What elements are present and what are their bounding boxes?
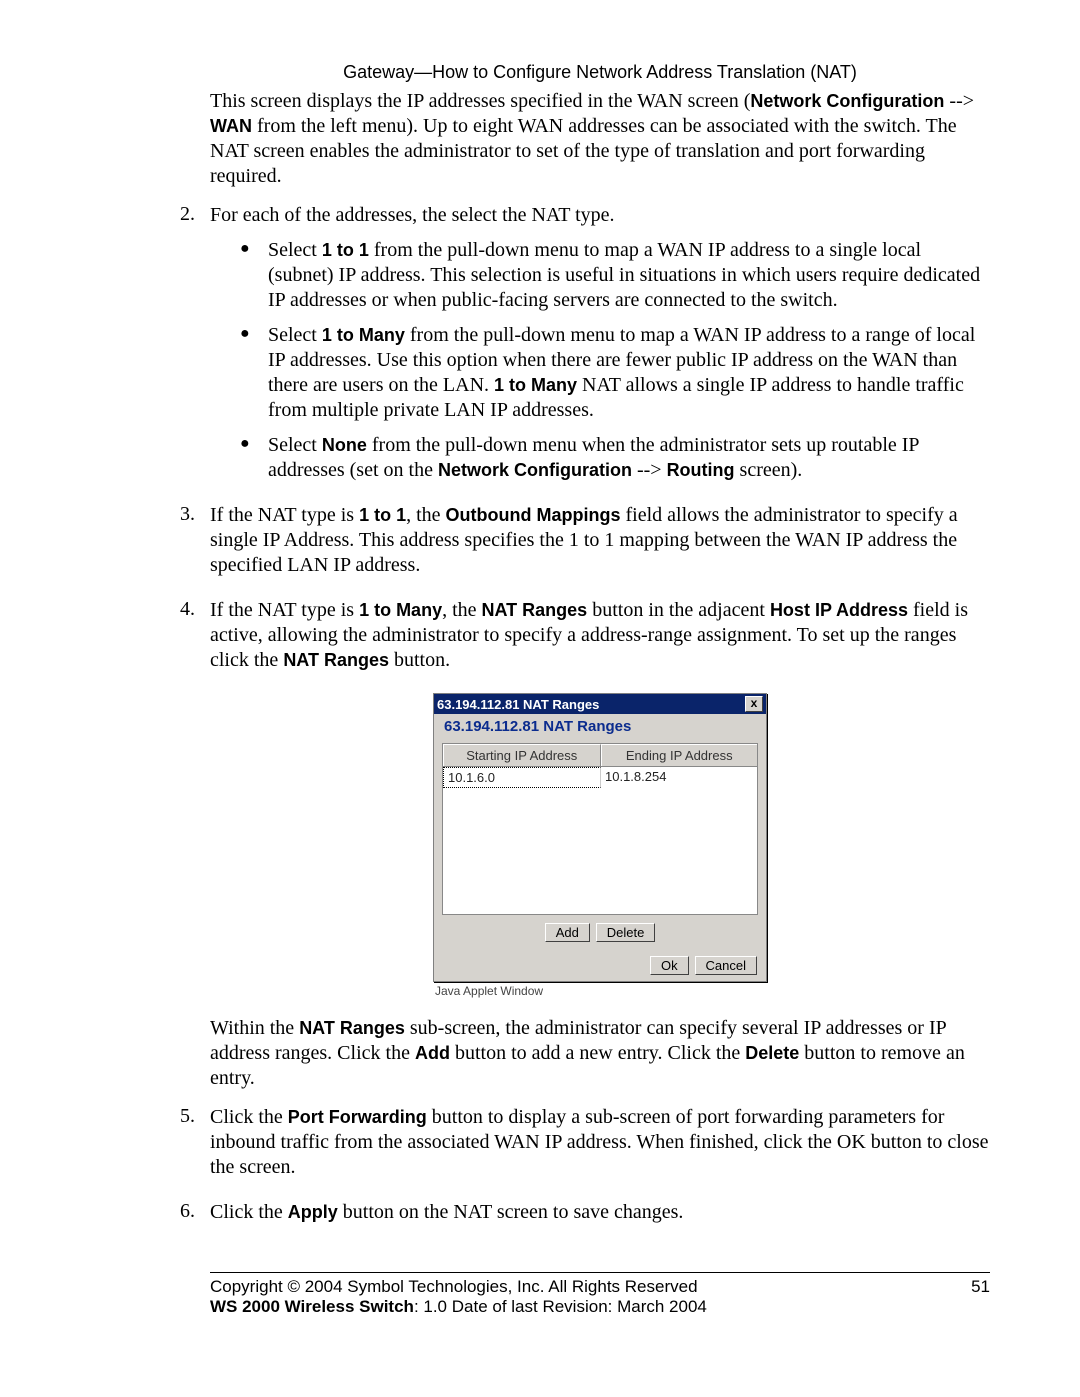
step-content: If the NAT type is 1 to 1, the Outbound … <box>210 503 990 578</box>
step-content: Click the Port Forwarding button to disp… <box>210 1105 990 1180</box>
cancel-button[interactable]: Cancel <box>695 956 757 975</box>
text: For each of the addresses, the select th… <box>210 203 990 228</box>
step-content: Click the Apply button on the NAT screen… <box>210 1200 990 1225</box>
bold-portforwarding: Port Forwarding <box>288 1107 427 1127</box>
bullet-icon: ● <box>240 323 268 423</box>
cell-ending-ip[interactable]: 10.1.8.254 <box>601 767 757 788</box>
bold-natranges: NAT Ranges <box>299 1018 405 1038</box>
bullet-icon: ● <box>240 433 268 483</box>
footer-left: Copyright © 2004 Symbol Technologies, In… <box>210 1277 707 1317</box>
add-delete-row: Add Delete <box>434 915 766 946</box>
bold-none: None <box>322 435 367 455</box>
text: button in the adjacent <box>587 599 770 621</box>
text: button. <box>389 649 450 671</box>
bold-1tomany: 1 to Many <box>322 325 405 345</box>
revision: : 1.0 Date of last Revision: March 2004 <box>414 1297 707 1316</box>
page-number: 51 <box>971 1277 990 1317</box>
text: If the NAT type is <box>210 504 359 526</box>
bullet-item: ● Select 1 to Many from the pull-down me… <box>240 323 990 423</box>
dialog-window: 63.194.112.81 NAT Ranges x 63.194.112.81… <box>433 693 767 982</box>
text: , the <box>442 599 481 621</box>
bullet-item: ● Select 1 to 1 from the pull-down menu … <box>240 238 990 313</box>
text: button to add a new entry. Click the <box>450 1042 745 1064</box>
col-ending-ip: Ending IP Address <box>601 744 758 766</box>
step-number: 4. <box>180 598 210 683</box>
text: --> <box>944 90 974 112</box>
cell-starting-ip[interactable]: 10.1.6.0 <box>443 767 601 788</box>
bullet-item: ● Select None from the pull-down menu wh… <box>240 433 990 483</box>
step-number: 6. <box>180 1200 210 1235</box>
bold-delete: Delete <box>745 1043 799 1063</box>
step-5: 5. Click the Port Forwarding button to d… <box>180 1105 990 1190</box>
bold-apply: Apply <box>288 1202 338 1222</box>
bullet-list: ● Select 1 to 1 from the pull-down menu … <box>240 238 990 483</box>
step-content: If the NAT type is 1 to Many, the NAT Ra… <box>210 598 990 673</box>
step-4: 4. If the NAT type is 1 to Many, the NAT… <box>180 598 990 683</box>
ok-button[interactable]: Ok <box>650 956 689 975</box>
bold-network-configuration: Network Configuration <box>750 91 944 111</box>
bold-1tomany: 1 to Many <box>494 375 577 395</box>
step-number: 5. <box>180 1105 210 1190</box>
after-dialog-para: Within the NAT Ranges sub-screen, the ad… <box>210 1016 990 1091</box>
page: Gateway—How to Configure Network Address… <box>0 0 1080 1397</box>
close-icon[interactable]: x <box>745 696 763 712</box>
text: Select <box>268 324 322 346</box>
step-2: 2. For each of the addresses, the select… <box>180 203 990 493</box>
dialog-subtitle: 63.194.112.81 NAT Ranges <box>434 714 766 743</box>
bullet-text: Select None from the pull-down menu when… <box>268 433 990 483</box>
bold-1tomany: 1 to Many <box>359 600 442 620</box>
text: from the pull-down menu to map a WAN IP … <box>268 239 980 311</box>
ordered-list: 2. For each of the addresses, the select… <box>180 203 990 683</box>
ip-range-table: Starting IP Address Ending IP Address 10… <box>442 743 758 915</box>
text: If the NAT type is <box>210 599 359 621</box>
bullet-icon: ● <box>240 238 268 313</box>
bold-natranges: NAT Ranges <box>283 650 389 670</box>
bold-wan: WAN <box>210 116 252 136</box>
bullet-text: Select 1 to Many from the pull-down menu… <box>268 323 990 423</box>
nat-ranges-dialog-screenshot: 63.194.112.81 NAT Ranges x 63.194.112.81… <box>433 693 767 998</box>
step-number: 2. <box>180 203 210 493</box>
step-6: 6. Click the Apply button on the NAT scr… <box>180 1200 990 1235</box>
bullet-text: Select 1 to 1 from the pull-down menu to… <box>268 238 990 313</box>
text: Click the <box>210 1106 288 1128</box>
col-starting-ip: Starting IP Address <box>443 744 601 766</box>
text: screen). <box>735 459 803 481</box>
bold-outbound: Outbound Mappings <box>446 505 621 525</box>
text: Within the <box>210 1017 299 1039</box>
text: Select <box>268 239 322 261</box>
page-header: Gateway—How to Configure Network Address… <box>210 62 990 83</box>
java-applet-label: Java Applet Window <box>433 982 767 998</box>
bold-hostip: Host IP Address <box>770 600 908 620</box>
intro-para: This screen displays the IP addresses sp… <box>210 89 990 189</box>
page-footer: Copyright © 2004 Symbol Technologies, In… <box>210 1272 990 1317</box>
text: from the left menu). Up to eight WAN add… <box>210 115 957 187</box>
ordered-list-cont: 5. Click the Port Forwarding button to d… <box>180 1105 990 1235</box>
ok-cancel-row: Ok Cancel <box>434 946 766 981</box>
bold-add: Add <box>415 1043 450 1063</box>
text: This screen displays the IP addresses sp… <box>210 90 750 112</box>
text: Click the <box>210 1201 288 1223</box>
table-header: Starting IP Address Ending IP Address <box>443 744 757 767</box>
bold-netconf: Network Configuration <box>438 460 632 480</box>
add-button[interactable]: Add <box>545 923 590 942</box>
text: Select <box>268 434 322 456</box>
step-3: 3. If the NAT type is 1 to 1, the Outbou… <box>180 503 990 588</box>
text: , the <box>406 504 445 526</box>
table-row[interactable]: 10.1.6.0 10.1.8.254 <box>443 767 757 788</box>
bold-natranges: NAT Ranges <box>482 600 588 620</box>
step-number: 3. <box>180 503 210 588</box>
dialog-title: 63.194.112.81 NAT Ranges <box>437 697 599 712</box>
bold-1to1: 1 to 1 <box>322 240 369 260</box>
copyright: Copyright © 2004 Symbol Technologies, In… <box>210 1277 707 1297</box>
bold-routing: Routing <box>667 460 735 480</box>
dialog-titlebar: 63.194.112.81 NAT Ranges x <box>434 694 766 714</box>
product-name: WS 2000 Wireless Switch <box>210 1297 414 1316</box>
bold-1to1: 1 to 1 <box>359 505 406 525</box>
step-content: For each of the addresses, the select th… <box>210 203 990 493</box>
text: button on the NAT screen to save changes… <box>338 1201 684 1223</box>
delete-button[interactable]: Delete <box>596 923 656 942</box>
product-revision: WS 2000 Wireless Switch: 1.0 Date of las… <box>210 1297 707 1317</box>
text: --> <box>632 459 667 481</box>
